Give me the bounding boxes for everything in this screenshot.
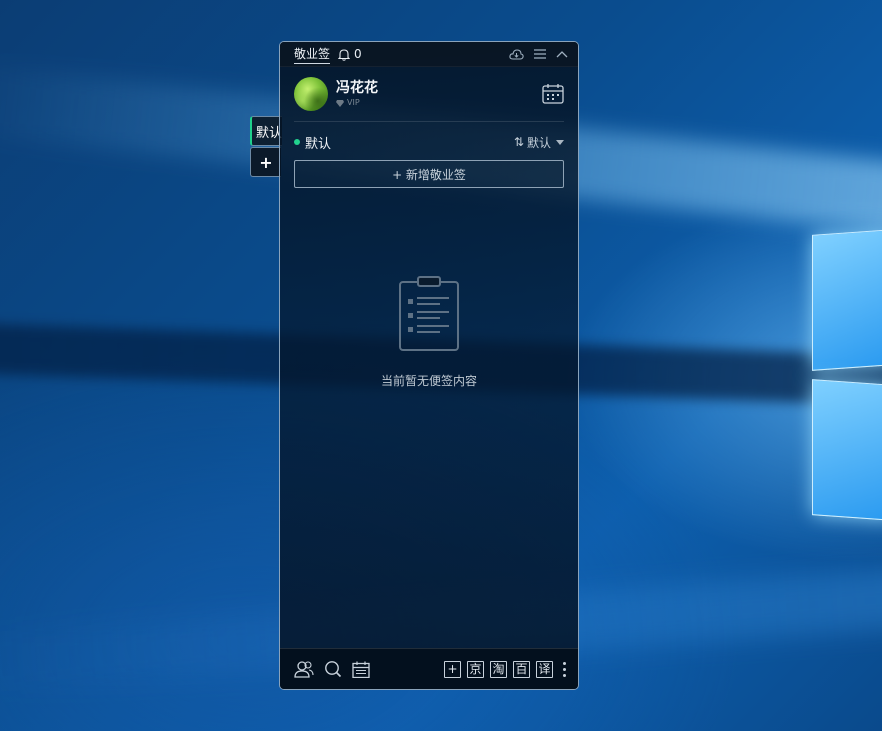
sort-label: 默认 xyxy=(526,135,551,150)
taobao-shortcut-button[interactable]: 淘 xyxy=(490,660,507,678)
collapse-icon[interactable] xyxy=(556,50,568,58)
clipboard-icon xyxy=(399,276,459,351)
more-options-icon[interactable] xyxy=(563,661,566,677)
divider xyxy=(294,121,564,122)
user-name[interactable]: 冯花花 xyxy=(336,79,378,97)
plus-icon: + xyxy=(259,152,273,172)
menu-icon[interactable] xyxy=(534,49,546,59)
side-tab-default[interactable]: 默认 xyxy=(250,116,282,146)
chevron-down-icon xyxy=(556,139,564,145)
add-tab-button[interactable]: + xyxy=(250,147,281,177)
cloud-sync-icon[interactable] xyxy=(509,48,524,60)
notification-button[interactable]: 0 xyxy=(338,47,362,61)
sort-icon: ⇅ xyxy=(513,135,524,149)
translate-shortcut-button[interactable]: 译 xyxy=(536,660,553,678)
app-title[interactable]: 敬业签 xyxy=(294,45,331,64)
vip-badge[interactable]: VIP xyxy=(336,97,378,109)
notification-count: 0 xyxy=(354,47,362,61)
title-bar: 敬业签 0 xyxy=(280,42,578,67)
windows-logo-pane xyxy=(812,229,882,371)
windows-logo-pane xyxy=(812,379,882,521)
user-info: 冯花花 VIP xyxy=(336,79,378,109)
sort-dropdown[interactable]: ⇅ 默认 xyxy=(514,134,564,151)
avatar[interactable] xyxy=(294,77,328,111)
group-name: 默认 xyxy=(305,136,332,152)
status-dot xyxy=(294,139,300,145)
vip-label: VIP xyxy=(347,98,360,107)
diamond-icon xyxy=(336,99,344,107)
jd-shortcut-button[interactable]: 京 xyxy=(467,660,484,678)
search-icon[interactable] xyxy=(324,660,342,678)
bottom-toolbar: + 京 淘 百 译 xyxy=(280,648,578,689)
add-note-button[interactable]: + 新增敬业签 xyxy=(294,160,564,188)
empty-message: 当前暂无便签内容 xyxy=(380,374,477,388)
baidu-shortcut-button[interactable]: 百 xyxy=(513,660,530,678)
calendar-button[interactable] xyxy=(542,83,564,108)
empty-state: 当前暂无便签内容 xyxy=(280,276,578,389)
contacts-icon[interactable] xyxy=(294,660,314,678)
windows-logo xyxy=(808,228,882,528)
sticky-note-window: 敬业签 0 冯花花 VIP 默认 ⇅ 默认 + 新增敬业签 当前暂无便签内容 +… xyxy=(279,41,579,690)
add-tool-button[interactable]: + xyxy=(444,660,461,678)
calendar-icon xyxy=(542,83,564,104)
group-header: 默认 ⇅ 默认 xyxy=(280,127,578,157)
user-section: 冯花花 VIP xyxy=(280,67,578,112)
bell-icon xyxy=(338,48,351,61)
calendar-icon[interactable] xyxy=(352,661,370,678)
